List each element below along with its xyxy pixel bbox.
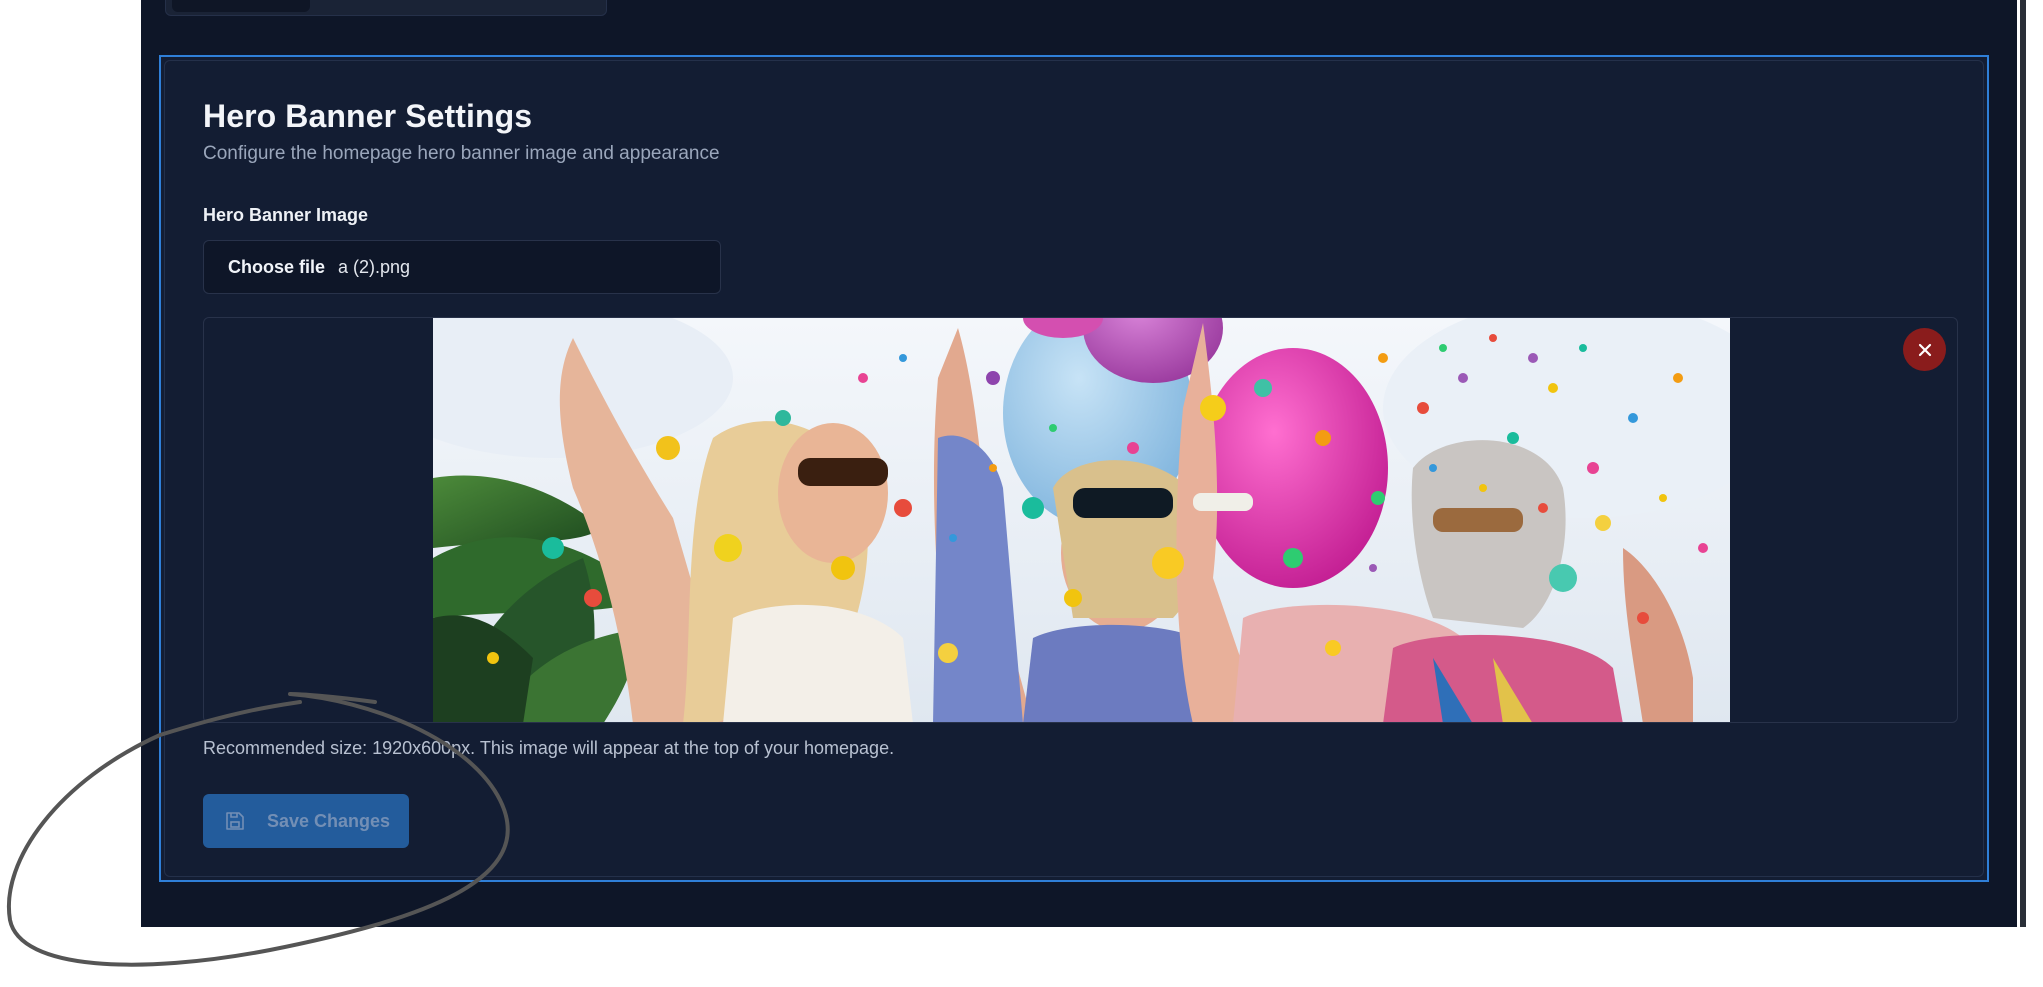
floppy-disk-icon — [225, 811, 245, 831]
choose-file-button[interactable]: Choose file — [228, 257, 325, 278]
previous-section-tab[interactable] — [172, 0, 310, 12]
scrollbar[interactable] — [2020, 0, 2026, 927]
previous-section-card — [165, 0, 607, 16]
hero-image-preview — [433, 318, 1730, 722]
image-size-hint: Recommended size: 1920x600px. This image… — [203, 738, 895, 758]
save-changes-button[interactable]: Save Changes — [203, 794, 409, 848]
save-button-label: Save Changes — [267, 810, 391, 831]
hero-banner-settings-card: Hero Banner Settings Configure the homep… — [159, 55, 1989, 882]
card-subtitle: Configure the homepage hero banner image… — [203, 143, 720, 164]
image-preview-container — [203, 317, 1958, 723]
celebration-photo — [433, 318, 1730, 722]
close-icon — [1918, 343, 1931, 356]
selected-file-name: a (2).png — [338, 256, 411, 277]
card-body: Hero Banner Settings Configure the homep… — [164, 60, 1984, 877]
hero-image-file-input[interactable]: Choose file a (2).png — [203, 240, 721, 294]
hero-image-field-label: Hero Banner Image — [203, 205, 369, 225]
card-title: Hero Banner Settings — [203, 98, 533, 134]
remove-image-button[interactable] — [1903, 328, 1946, 371]
